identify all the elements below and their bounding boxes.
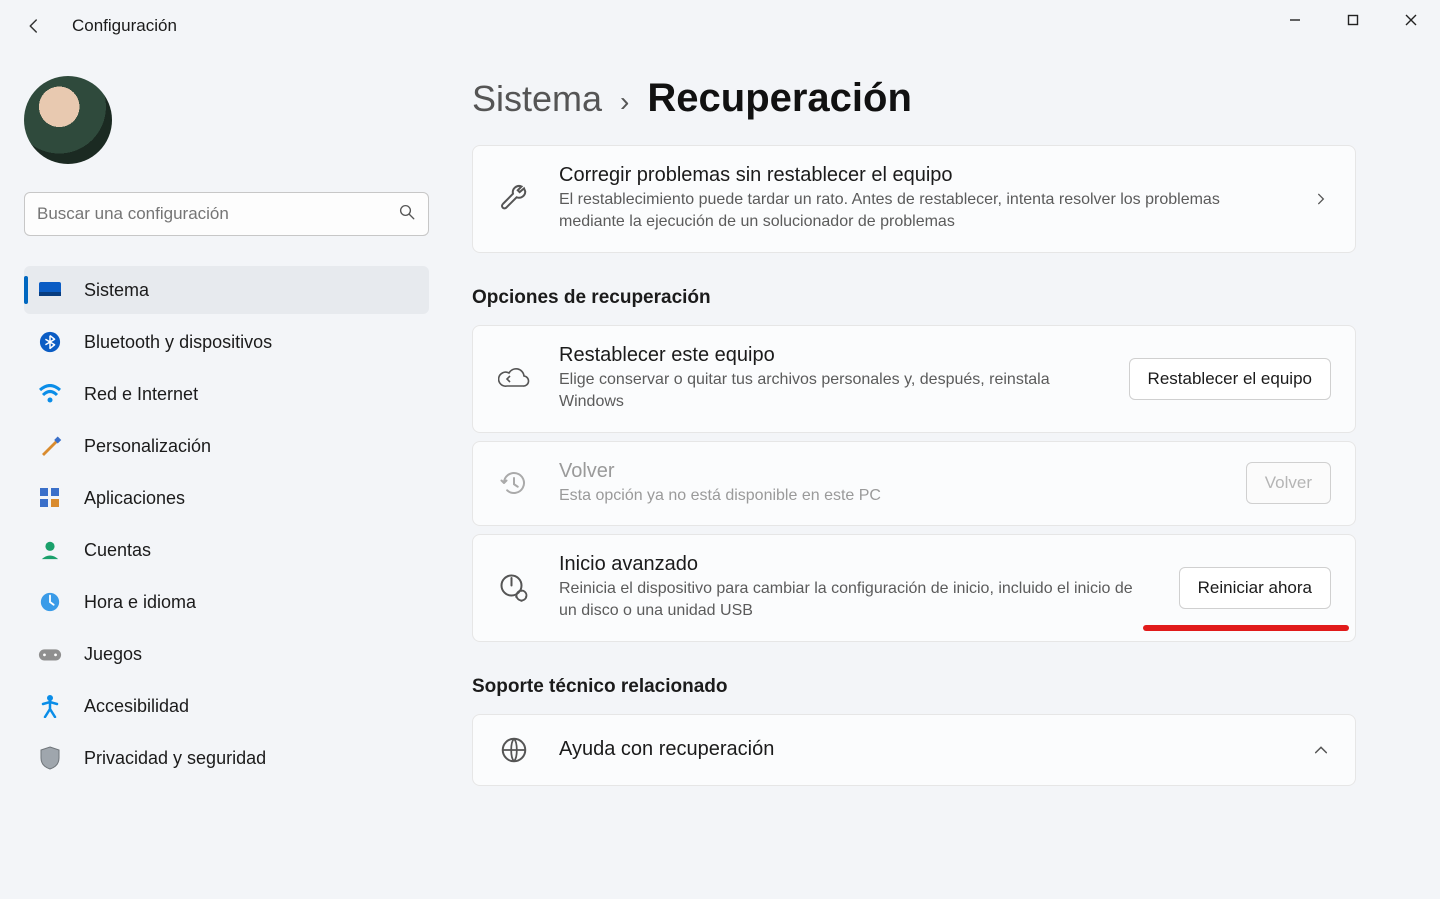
breadcrumb: Sistema › Recuperación [472,76,1400,121]
card-go-back: Volver Esta opción ya no está disponible… [472,441,1356,526]
card-advanced-startup: Inicio avanzado Reinicia el dispositivo … [472,534,1356,642]
card-desc: Reinicia el dispositivo para cambiar la … [559,578,1151,623]
card-title: Inicio avanzado [559,553,1151,576]
card-help-recovery[interactable]: Ayuda con recuperación [472,714,1356,786]
nav-item-apps[interactable]: Aplicaciones [24,474,429,522]
nav-item-privacy[interactable]: Privacidad y seguridad [24,734,429,782]
nav-label: Aplicaciones [84,488,185,509]
card-desc: El restablecimiento puede tardar un rato… [559,189,1283,234]
apps-icon [38,486,62,510]
nav-item-sistema[interactable]: Sistema [24,266,429,314]
nav-item-personalization[interactable]: Personalización [24,422,429,470]
chevron-right-icon: › [620,86,629,118]
person-icon [38,538,62,562]
accessibility-icon [38,694,62,718]
section-recovery-options: Opciones de recuperación [472,287,1356,309]
nav-item-accessibility[interactable]: Accesibilidad [24,682,429,730]
minimize-button[interactable] [1266,0,1324,40]
card-troubleshoot[interactable]: Corregir problemas sin restablecer el eq… [472,145,1356,253]
nav-list: Sistema Bluetooth y dispositivos Red e I… [24,266,429,782]
wifi-icon [38,382,62,406]
back-button[interactable] [24,16,44,36]
chevron-up-icon [1311,740,1331,760]
window-controls [1266,0,1440,40]
search-icon [398,203,416,226]
search-input[interactable] [37,204,398,224]
nav-label: Bluetooth y dispositivos [84,332,272,353]
maximize-button[interactable] [1324,0,1382,40]
nav-item-network[interactable]: Red e Internet [24,370,429,418]
nav-label: Juegos [84,644,142,665]
nav-label: Cuentas [84,540,151,561]
nav-item-gaming[interactable]: Juegos [24,630,429,678]
card-title: Corregir problemas sin restablecer el eq… [559,164,1283,187]
highlight-annotation [1143,625,1349,631]
page-title: Recuperación [647,76,912,121]
nav-label: Privacidad y seguridad [84,748,266,769]
titlebar: Configuración [0,0,1440,52]
wrench-icon [497,182,531,216]
nav-label: Red e Internet [84,384,198,405]
reset-cloud-icon [497,362,531,396]
reset-pc-button[interactable]: Restablecer el equipo [1129,358,1331,400]
card-title: Ayuda con recuperación [559,738,1283,761]
nav-label: Sistema [84,280,149,301]
brush-icon [38,434,62,458]
nav-item-bluetooth[interactable]: Bluetooth y dispositivos [24,318,429,366]
search-box[interactable] [24,192,429,236]
nav-label: Accesibilidad [84,696,189,717]
power-gear-icon [497,571,531,605]
globe-icon [497,733,531,767]
close-button[interactable] [1382,0,1440,40]
card-reset-pc: Restablecer este equipo Elige conservar … [472,325,1356,433]
display-icon [38,278,62,302]
breadcrumb-parent[interactable]: Sistema [472,78,602,120]
card-title: Restablecer este equipo [559,344,1101,367]
clock-globe-icon [38,590,62,614]
restart-now-button[interactable]: Reiniciar ahora [1179,567,1331,609]
shield-icon [38,746,62,770]
app-title: Configuración [72,16,177,36]
nav-item-accounts[interactable]: Cuentas [24,526,429,574]
card-desc: Esta opción ya no está disponible en est… [559,485,1218,507]
card-desc: Elige conservar o quitar tus archivos pe… [559,369,1101,414]
user-avatar[interactable] [24,76,112,164]
card-title: Volver [559,460,1218,483]
section-related-support: Soporte técnico relacionado [472,676,1356,698]
nav-label: Hora e idioma [84,592,196,613]
history-icon [497,466,531,500]
sidebar: Sistema Bluetooth y dispositivos Red e I… [0,52,440,899]
nav-label: Personalización [84,436,211,457]
nav-item-time-language[interactable]: Hora e idioma [24,578,429,626]
chevron-right-icon [1311,189,1331,209]
bluetooth-icon [38,330,62,354]
main-content: Sistema › Recuperación Corregir problema… [440,52,1440,899]
go-back-button: Volver [1246,462,1331,504]
gamepad-icon [38,642,62,666]
